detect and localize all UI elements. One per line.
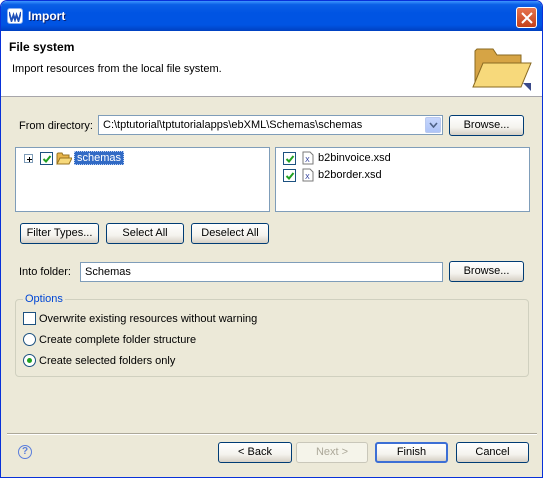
checkmark-icon	[285, 172, 295, 180]
plus-icon	[27, 157, 32, 162]
back-button[interactable]: < Back	[218, 442, 292, 463]
complete-structure-radio[interactable]	[23, 333, 36, 346]
svg-text:X: X	[305, 173, 310, 181]
into-folder-value: Schemas	[85, 266, 131, 278]
page-description: Import resources from the local file sys…	[12, 63, 222, 75]
footer-separator	[7, 433, 537, 435]
schemas-checkbox[interactable]	[40, 152, 53, 165]
next-button[interactable]: Next >	[296, 442, 368, 463]
finish-button[interactable]: Finish	[375, 442, 448, 463]
overwrite-label[interactable]: Overwrite existing resources without war…	[39, 313, 257, 325]
close-icon	[521, 12, 533, 24]
file-list[interactable]: X b2binvoice.xsd X b2border.xsd	[275, 147, 530, 212]
tree-item-schemas[interactable]: schemas	[74, 151, 125, 165]
title-bar[interactable]: Import	[1, 1, 542, 31]
folder-icon	[56, 152, 72, 165]
browse-folder-button[interactable]: Browse...	[449, 261, 524, 282]
wizard-banner: File system Import resources from the lo…	[1, 31, 542, 97]
browse-directory-button[interactable]: Browse...	[449, 115, 524, 136]
import-dialog: Import File system Import resources from…	[0, 0, 543, 478]
page-title: File system	[9, 40, 75, 54]
b2border-checkbox[interactable]	[283, 169, 296, 182]
window-title: Import	[28, 9, 66, 23]
options-group-title: Options	[23, 293, 65, 305]
chevron-down-icon	[429, 122, 438, 128]
into-folder-input[interactable]: Schemas	[80, 262, 443, 282]
file-item-b2binvoice[interactable]: b2binvoice.xsd	[318, 152, 391, 164]
combo-dropdown-button[interactable]	[425, 117, 441, 133]
file-item-b2border[interactable]: b2border.xsd	[318, 169, 382, 181]
xsd-file-icon: X	[302, 151, 314, 165]
folder-tree[interactable]: schemas	[15, 147, 270, 212]
svg-text:X: X	[305, 156, 310, 164]
from-directory-combo[interactable]: C:\tptutorial\tptutorialapps\ebXML\Schem…	[98, 115, 443, 135]
open-folder-icon	[472, 48, 532, 91]
selected-folders-radio[interactable]	[23, 354, 36, 367]
tree-expand-toggle[interactable]	[24, 154, 33, 163]
from-directory-label: From directory:	[19, 120, 93, 132]
overwrite-checkbox[interactable]	[23, 312, 36, 325]
filter-types-button[interactable]: Filter Types...	[20, 223, 99, 244]
xsd-file-icon: X	[302, 168, 314, 182]
checkmark-icon	[42, 155, 52, 163]
wtp-logo-icon	[7, 8, 23, 24]
from-directory-value: C:\tptutorial\tptutorialapps\ebXML\Schem…	[103, 119, 363, 131]
complete-structure-label[interactable]: Create complete folder structure	[39, 334, 196, 346]
checkmark-icon	[285, 155, 295, 163]
selected-folders-label[interactable]: Create selected folders only	[39, 355, 175, 367]
help-icon[interactable]: ?	[18, 445, 32, 459]
select-all-button[interactable]: Select All	[106, 223, 184, 244]
b2binvoice-checkbox[interactable]	[283, 152, 296, 165]
radio-selected-dot	[27, 358, 32, 363]
deselect-all-button[interactable]: Deselect All	[191, 223, 269, 244]
close-button[interactable]	[516, 7, 537, 28]
into-folder-label: Into folder:	[19, 266, 71, 278]
cancel-button[interactable]: Cancel	[456, 442, 529, 463]
